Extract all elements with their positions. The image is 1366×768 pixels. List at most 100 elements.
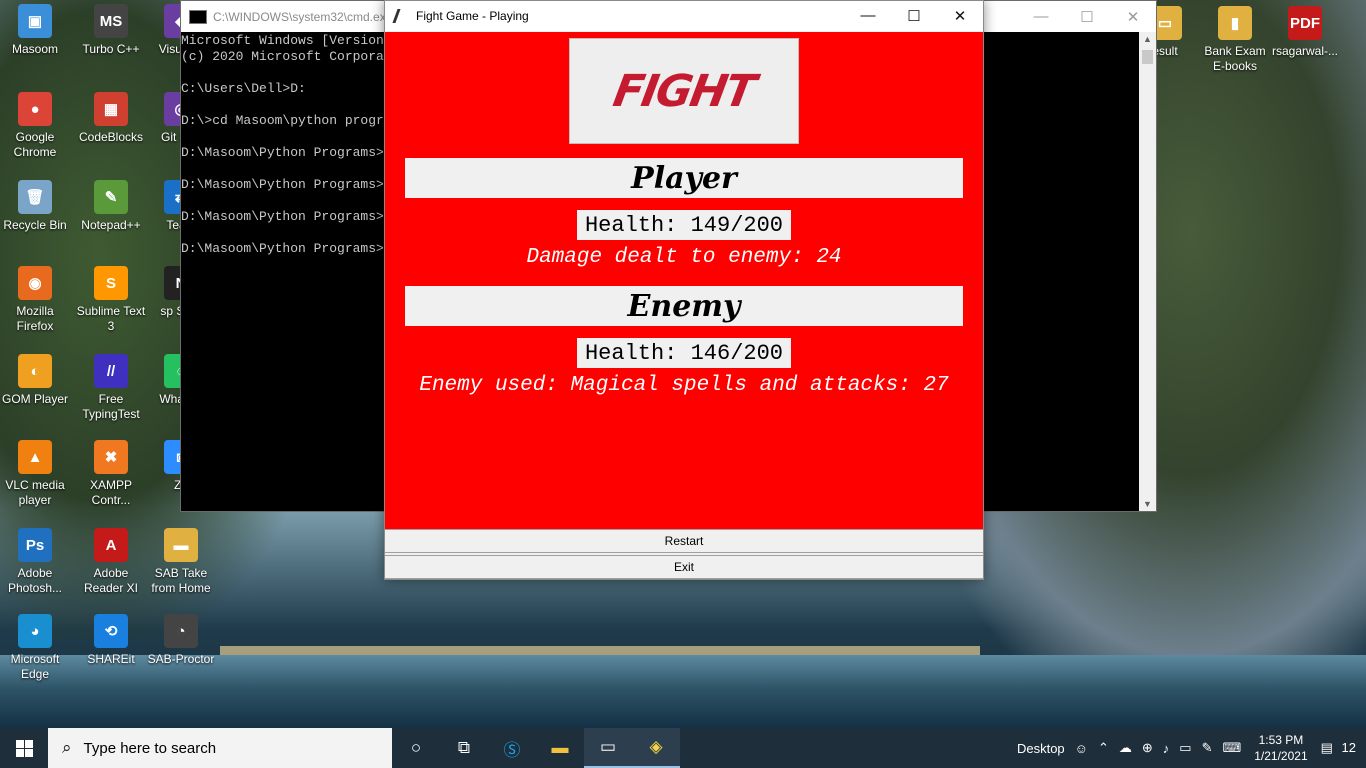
- app-icon: A: [94, 528, 128, 562]
- desktop-icon[interactable]: A Adobe Reader XI: [76, 528, 146, 596]
- cmd-taskbar-icon[interactable]: ▭: [584, 728, 632, 768]
- desktop-icon[interactable]: S Sublime Text 3: [76, 266, 146, 334]
- cortana-icon[interactable]: ○: [392, 728, 440, 768]
- app-icon: ◐: [18, 354, 52, 388]
- system-tray: Desktop ☺ ⌃ ☁ ⊕ ♪ ▭ ✎ ⌨ 1:53 PM 1/21/202…: [1012, 732, 1366, 764]
- app-icon: Ps: [18, 528, 52, 562]
- desktop-icon[interactable]: ✖ XAMPP Contr...: [76, 440, 146, 508]
- desktop-icon[interactable]: Ps Adobe Photosh...: [0, 528, 70, 596]
- taskbar-search[interactable]: ⌕ Type here to search: [48, 728, 392, 768]
- app-icon: ▦: [94, 92, 128, 126]
- cmd-title: C:\WINDOWS\system32\cmd.exe: [213, 9, 393, 24]
- notification-icon[interactable]: ▤ 12: [1321, 740, 1361, 756]
- app-icon: ◔: [164, 614, 198, 648]
- desktop-icon-label: Mozilla Firefox: [16, 304, 54, 333]
- game-title: Fight Game - Playing: [416, 9, 529, 23]
- desktop-icon-label: Adobe Photosh...: [7, 566, 63, 595]
- desktop-icon[interactable]: 🗑 Recycle Bin: [0, 180, 70, 233]
- desktop-icon[interactable]: // Free TypingTest: [76, 354, 146, 422]
- desktop-icon-label: SAB Take from Home: [151, 566, 211, 595]
- app-icon: ▲: [18, 440, 52, 474]
- clock-date: 1/21/2021: [1254, 749, 1308, 763]
- game-window-controls: — ☐ ✕: [845, 7, 983, 25]
- desktop-icon-label: XAMPP Contr...: [89, 478, 132, 507]
- desktop-icon-label: SHAREit: [87, 652, 135, 666]
- desktop-icon[interactable]: ▲ VLC media player: [0, 440, 70, 508]
- desktop-icon[interactable]: ● Google Chrome: [0, 92, 70, 160]
- desktop-icon-label: Google Chrome: [13, 130, 57, 159]
- desktop-icon-label: Microsoft Edge: [10, 652, 60, 681]
- desktop-icon[interactable]: MS Turbo C++: [76, 4, 146, 57]
- skype-icon[interactable]: Ⓢ: [488, 728, 536, 768]
- desktop-icon-label: Masoom: [11, 42, 58, 56]
- desktop-icon[interactable]: ▬ SAB Take from Home: [146, 528, 216, 596]
- python-taskbar-icon[interactable]: ◈: [632, 728, 680, 768]
- minimize-button[interactable]: —: [1018, 8, 1064, 26]
- start-button[interactable]: [0, 728, 48, 768]
- maximize-button[interactable]: ☐: [891, 7, 937, 25]
- app-icon: //: [94, 354, 128, 388]
- minimize-button[interactable]: —: [845, 7, 891, 25]
- desktop-icon-label: GOM Player: [1, 392, 68, 406]
- desktop-icon[interactable]: ✎ Notepad++: [76, 180, 146, 233]
- taskbar: ⌕ Type here to search ○ ⧉ Ⓢ ▬ ▭ ◈ Deskto…: [0, 728, 1366, 768]
- desktop-icon[interactable]: PDF rsagarwal-...: [1270, 6, 1340, 59]
- desktop-icon[interactable]: ◔ SAB-Proctor: [146, 614, 216, 667]
- app-icon: ◕: [18, 614, 52, 648]
- clock-time: 1:53 PM: [1258, 733, 1304, 747]
- desktop-icon[interactable]: ▣ Masoom: [0, 4, 70, 57]
- battery-icon[interactable]: ▭: [1179, 740, 1191, 756]
- volume-icon[interactable]: ♪: [1163, 741, 1170, 756]
- app-icon: ⟲: [94, 614, 128, 648]
- desktop-icon-label: Bank Exam E-books: [1204, 44, 1266, 73]
- desktop-icon[interactable]: ◕ Microsoft Edge: [0, 614, 70, 682]
- desktop-icon[interactable]: ◉ Mozilla Firefox: [0, 266, 70, 334]
- task-view-icon[interactable]: ⧉: [440, 728, 488, 768]
- desktop-icon[interactable]: ⟲ SHAREit: [76, 614, 146, 667]
- onedrive-icon[interactable]: ☁: [1119, 740, 1132, 756]
- search-placeholder: Type here to search: [83, 739, 217, 757]
- desktop-icon[interactable]: ▮ Bank Exam E-books: [1200, 6, 1270, 74]
- game-body: FIGHT Player Health: 149/200 Damage deal…: [385, 32, 983, 529]
- close-button[interactable]: ✕: [937, 7, 983, 25]
- chevron-up-icon[interactable]: ⌃: [1098, 740, 1109, 756]
- network-icon[interactable]: ⊕: [1142, 740, 1153, 756]
- keyboard-icon[interactable]: ⌨: [1222, 740, 1241, 756]
- file-explorer-icon[interactable]: ▬: [536, 728, 584, 768]
- scroll-thumb[interactable]: [1142, 50, 1153, 64]
- app-icon: MS: [94, 4, 128, 38]
- enemy-label: Enemy: [405, 286, 963, 326]
- exit-button[interactable]: Exit: [385, 555, 983, 579]
- desktop-icon-label: Free TypingTest: [82, 392, 140, 421]
- windows-logo-icon: [15, 739, 33, 757]
- desktop-icon[interactable]: ◐ GOM Player: [0, 354, 70, 407]
- scroll-down-arrow-icon[interactable]: ▼: [1139, 499, 1156, 509]
- app-icon: ✖: [94, 440, 128, 474]
- feather-icon: [392, 9, 411, 23]
- maximize-button[interactable]: ☐: [1064, 8, 1110, 26]
- desktop-toolbar-label[interactable]: Desktop: [1017, 741, 1065, 756]
- app-icon: ●: [18, 92, 52, 126]
- app-icon: ✎: [94, 180, 128, 214]
- app-icon: ▮: [1218, 6, 1252, 40]
- desktop-icon-label: rsagarwal-...: [1271, 44, 1339, 58]
- people-icon[interactable]: ☺: [1075, 741, 1088, 756]
- close-button[interactable]: ✕: [1110, 8, 1156, 26]
- clock[interactable]: 1:53 PM 1/21/2021: [1254, 732, 1307, 764]
- desktop-icon-label: CodeBlocks: [78, 130, 144, 144]
- pen-icon[interactable]: ✎: [1202, 740, 1213, 756]
- cmd-scrollbar[interactable]: ▲ ▼: [1139, 32, 1156, 511]
- enemy-health: Health: 146/200: [577, 338, 791, 368]
- fight-game-window[interactable]: Fight Game - Playing — ☐ ✕ FIGHT Player …: [384, 0, 984, 580]
- cmd-window-controls: — ☐ ✕: [1018, 8, 1156, 26]
- desktop-icon-label: SAB-Proctor: [147, 652, 215, 666]
- player-health: Health: 149/200: [577, 210, 791, 240]
- game-titlebar[interactable]: Fight Game - Playing — ☐ ✕: [385, 1, 983, 31]
- fight-logo: FIGHT: [569, 38, 799, 144]
- enemy-status: Enemy used: Magical spells and attacks: …: [419, 374, 949, 397]
- app-icon: 🗑: [18, 180, 52, 214]
- desktop-icon-label: Recycle Bin: [3, 218, 67, 232]
- desktop-icon[interactable]: ▦ CodeBlocks: [76, 92, 146, 145]
- restart-button[interactable]: Restart: [385, 529, 983, 553]
- scroll-up-arrow-icon[interactable]: ▲: [1139, 34, 1156, 44]
